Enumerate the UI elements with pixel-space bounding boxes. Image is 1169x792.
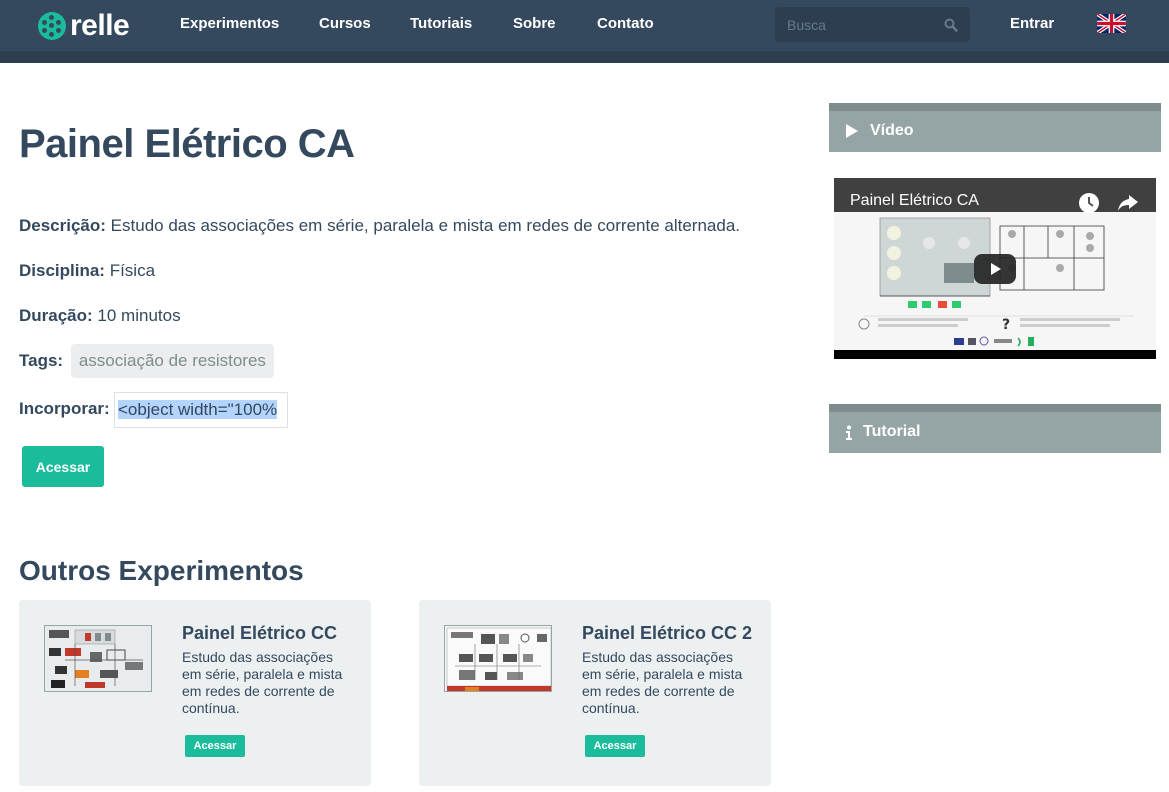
description-label: Descrição:: [19, 216, 106, 235]
duration-value: 10 minutos: [97, 306, 181, 325]
description-row: Descrição: Estudo das associações em sér…: [19, 216, 740, 236]
svg-text:?: ?: [1002, 317, 1010, 333]
nav-tutoriais[interactable]: Tutoriais: [410, 15, 472, 32]
video-play-button[interactable]: [974, 254, 1016, 284]
login-link[interactable]: Entrar: [1010, 15, 1054, 32]
experiment-card-title[interactable]: Painel Elétrico CC 2: [582, 623, 752, 644]
discipline-row: Disciplina: Física: [19, 261, 155, 281]
nav-experimentos[interactable]: Experimentos: [180, 15, 279, 32]
nav-contato[interactable]: Contato: [597, 15, 654, 32]
video-panel-header[interactable]: Vídeo: [829, 103, 1161, 152]
uk-flag-icon[interactable]: [1097, 14, 1126, 33]
circuit-panel-image: [445, 626, 551, 691]
discipline-label: Disciplina:: [19, 261, 105, 280]
embed-code-field[interactable]: <object width="100%: [114, 392, 288, 428]
tag-associacao-de-resistores[interactable]: associação de resistores: [70, 344, 274, 378]
video-player[interactable]: ? Painel Elétrico CA: [834, 178, 1156, 359]
experiment-card: Painel Elétrico CC 2 Estudo das associaç…: [419, 600, 771, 786]
experiment-card-description: Estudo das associações em série, paralel…: [182, 649, 343, 716]
experiment-card-description: Estudo das associações em série, paralel…: [582, 649, 743, 716]
video-panel-label: Vídeo: [870, 122, 914, 139]
tags-label: Tags:: [19, 351, 64, 370]
duration-row: Duração: 10 minutos: [19, 306, 181, 326]
search-box: [775, 7, 970, 42]
access-button[interactable]: Acessar: [22, 446, 104, 487]
play-icon: [991, 263, 1001, 275]
brand-name: relle: [70, 9, 130, 42]
experiment-thumbnail[interactable]: [44, 625, 152, 692]
experiment-card: Painel Elétrico CC Estudo das associaçõe…: [19, 600, 371, 786]
experiment-card-access-button[interactable]: Acessar: [585, 735, 645, 757]
circuit-panel-image: [45, 626, 151, 691]
experiment-card-title[interactable]: Painel Elétrico CC: [182, 623, 337, 644]
duration-label: Duração:: [19, 306, 93, 325]
experiment-thumbnail[interactable]: [444, 625, 552, 692]
tags-row: Tags: associação de resistores: [19, 344, 274, 378]
navbar: relle Experimentos Cursos Tutoriais Sobr…: [0, 0, 1169, 51]
share-icon[interactable]: [1117, 194, 1139, 212]
experiment-card-access-button[interactable]: Acessar: [185, 735, 245, 757]
search-icon[interactable]: [944, 18, 958, 32]
search-input[interactable]: [775, 7, 940, 42]
embed-code-selected: <object width="100%: [118, 400, 278, 419]
tutorial-panel-label: Tutorial: [863, 423, 921, 440]
brand-logo[interactable]: relle: [38, 9, 130, 42]
info-icon: [846, 425, 852, 440]
page-title: Painel Elétrico CA: [19, 122, 355, 166]
embed-label-row: Incorporar:: [19, 399, 110, 419]
discipline-value: Física: [109, 261, 156, 280]
nav-sobre[interactable]: Sobre: [513, 15, 556, 32]
other-experiments-title: Outros Experimentos: [19, 555, 304, 586]
play-icon: [846, 124, 858, 138]
nav-cursos[interactable]: Cursos: [319, 15, 371, 32]
logo-dots-icon: [38, 12, 66, 40]
embed-label: Incorporar:: [19, 399, 110, 418]
description-value: Estudo das associações em série, paralel…: [110, 216, 741, 235]
clock-icon[interactable]: [1078, 192, 1100, 214]
video-title[interactable]: Painel Elétrico CA: [850, 192, 979, 210]
tutorial-panel-header[interactable]: Tutorial: [829, 404, 1161, 453]
navbar-underline: [0, 51, 1169, 63]
